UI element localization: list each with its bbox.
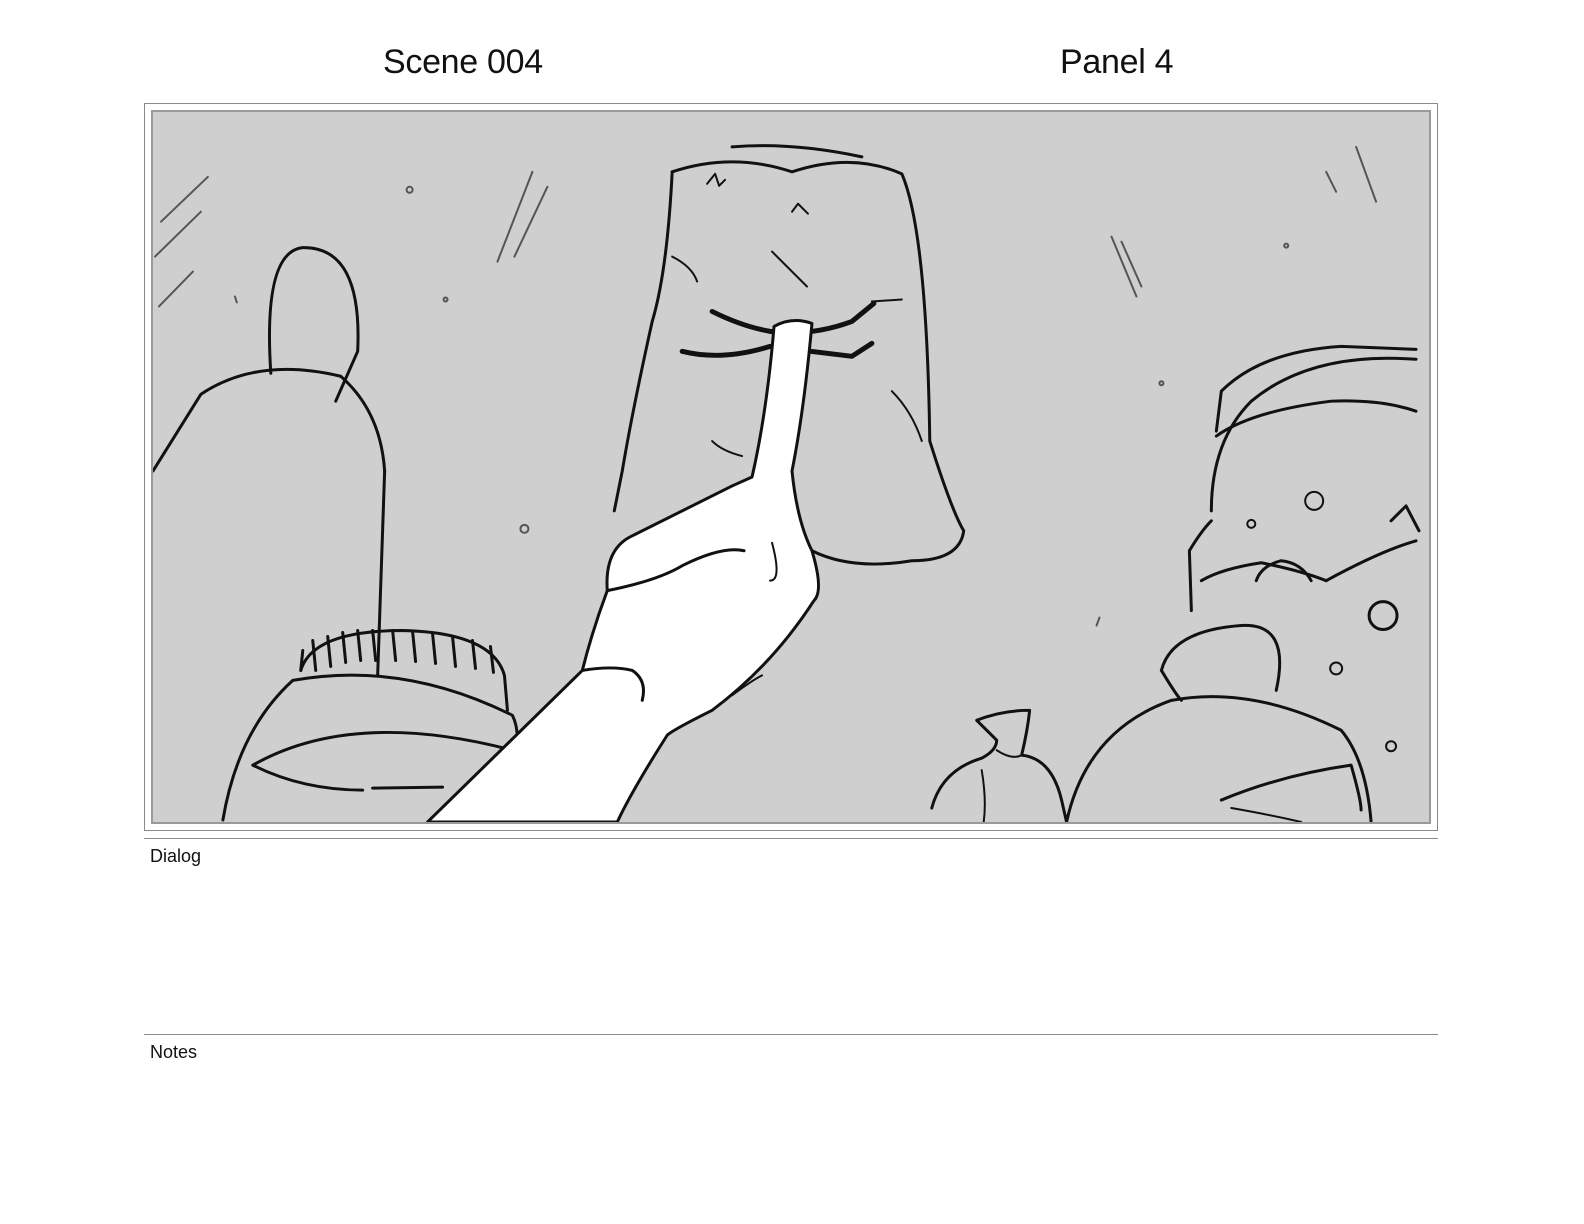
notes-divider (144, 1034, 1438, 1035)
notes-label: Notes (150, 1042, 198, 1062)
scene-title: Scene 004 (383, 43, 543, 81)
notes-text-area[interactable] (150, 1068, 1430, 1208)
storyboard-sketch (151, 110, 1431, 824)
sketch-drawing (153, 144, 1421, 822)
storyboard-panel-frame (144, 103, 1438, 831)
dialog-divider (144, 838, 1438, 839)
panel-title: Panel 4 (1060, 43, 1174, 81)
dialog-label: Dialog (150, 846, 202, 866)
dialog-text-area[interactable] (150, 872, 1430, 1022)
